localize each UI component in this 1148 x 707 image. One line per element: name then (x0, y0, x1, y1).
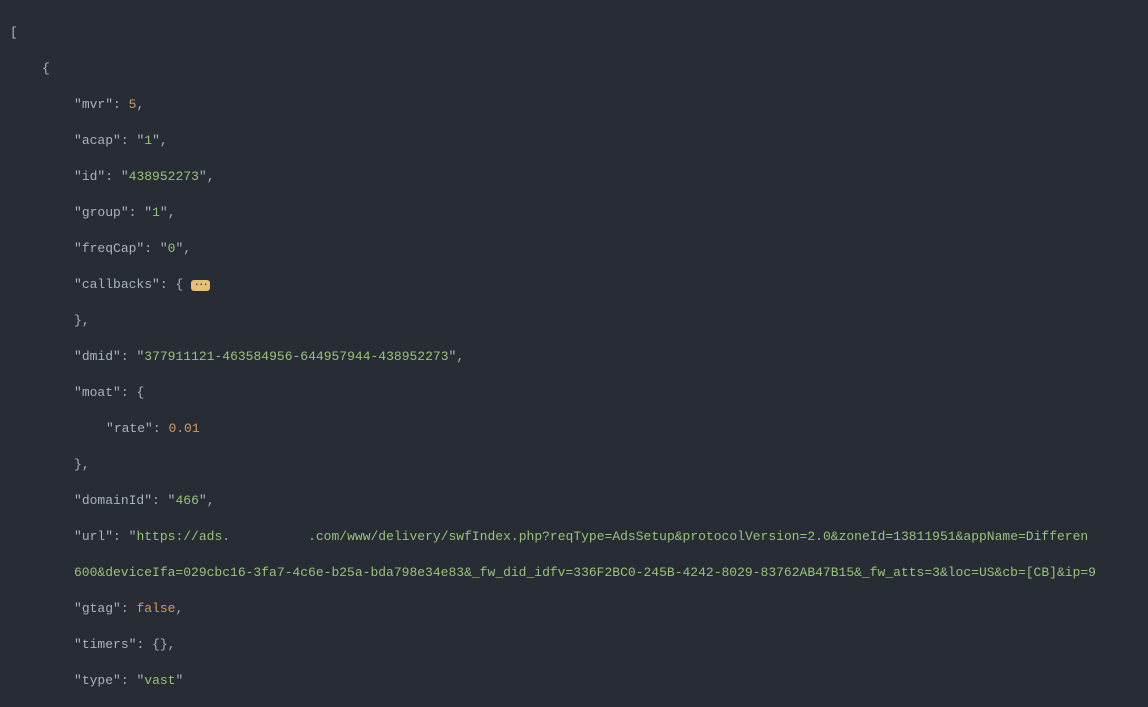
code-viewer[interactable]: [ { "mvr": 5, "acap": "1", "id": "438952… (0, 0, 1148, 707)
prop-dmid: "dmid": "377911121-463584956-644957944-4… (10, 348, 1148, 366)
prop-mvr: "mvr": 5, (10, 96, 1148, 114)
callbacks-close: }, (10, 312, 1148, 330)
fold-icon[interactable]: ··· (191, 280, 210, 291)
obj-open: { (10, 60, 1148, 78)
prop-acap: "acap": "1", (10, 132, 1148, 150)
prop-type: "type": "vast" (10, 672, 1148, 690)
prop-gtag: "gtag": false, (10, 600, 1148, 618)
prop-moat-open: "moat": { (10, 384, 1148, 402)
prop-domainid: "domainId": "466", (10, 492, 1148, 510)
prop-timers: "timers": {}, (10, 636, 1148, 654)
moat-close: }, (10, 456, 1148, 474)
prop-group: "group": "1", (10, 204, 1148, 222)
prop-freqcap: "freqCap": "0", (10, 240, 1148, 258)
prop-id: "id": "438952273", (10, 168, 1148, 186)
prop-url-cont: 600&deviceIfa=029cbc16-3fa7-4c6e-b25a-bd… (10, 564, 1148, 582)
prop-url: "url": "https://ads. .com/www/delivery/s… (10, 528, 1148, 546)
prop-rate: "rate": 0.01 (10, 420, 1148, 438)
root-open-bracket: [ (10, 24, 1148, 42)
prop-callbacks[interactable]: "callbacks": { ··· (10, 276, 1148, 294)
